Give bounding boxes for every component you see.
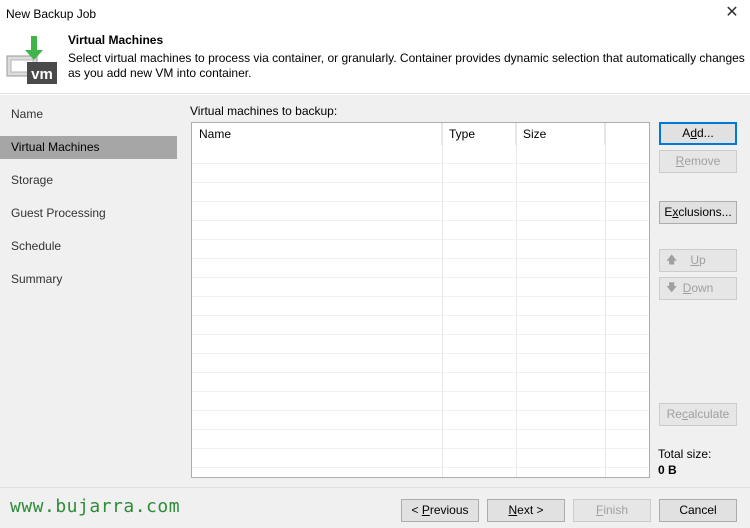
- vm-list-label: Virtual machines to backup:: [190, 104, 338, 118]
- finish-button[interactable]: Finish: [573, 499, 651, 522]
- vm-list[interactable]: Name Type Size: [191, 122, 650, 478]
- table-row-empty: [192, 335, 649, 354]
- previous-button[interactable]: < Previous: [401, 499, 479, 522]
- down-button[interactable]: 🡇 Down: [659, 277, 737, 300]
- column-header-type[interactable]: Type: [442, 123, 516, 145]
- vm-rows: [192, 145, 649, 468]
- window-title: New Backup Job: [6, 7, 97, 21]
- close-icon[interactable]: ✕: [722, 3, 742, 23]
- step-virtual-machines[interactable]: Virtual Machines: [0, 136, 177, 159]
- step-storage[interactable]: Storage: [0, 169, 177, 192]
- add-button[interactable]: Add...: [659, 122, 737, 145]
- wizard-steps: Name Virtual Machines Storage Guest Proc…: [0, 95, 178, 487]
- table-row-empty: [192, 278, 649, 297]
- recalculate-button[interactable]: Recalculate: [659, 403, 737, 426]
- up-button[interactable]: 🡅 Up: [659, 249, 737, 272]
- table-row-empty: [192, 145, 649, 164]
- total-size-value: 0 B: [658, 463, 677, 477]
- exclusions-button[interactable]: Exclusions...: [659, 201, 737, 224]
- page-title: Virtual Machines: [68, 33, 164, 47]
- table-row-empty: [192, 354, 649, 373]
- table-row-empty: [192, 183, 649, 202]
- table-row-empty: [192, 202, 649, 221]
- step-schedule[interactable]: Schedule: [0, 235, 177, 258]
- watermark-text: www.bujarra.com: [10, 496, 181, 517]
- column-header-name[interactable]: Name: [192, 123, 442, 145]
- main-panel: Virtual machines to backup: Name Type Si…: [178, 95, 750, 487]
- title-bar: New Backup Job ✕: [0, 0, 750, 26]
- page-description: Select virtual machines to process via c…: [68, 51, 745, 80]
- table-row-empty: [192, 316, 649, 335]
- step-name[interactable]: Name: [0, 103, 177, 126]
- total-size-label: Total size:: [658, 447, 712, 461]
- wizard-header: vm Virtual Machines Select virtual machi…: [0, 26, 750, 94]
- table-row-empty: [192, 411, 649, 430]
- table-row-empty: [192, 430, 649, 449]
- step-guest-processing[interactable]: Guest Processing: [0, 202, 177, 225]
- table-row-empty: [192, 449, 649, 468]
- remove-button[interactable]: Remove: [659, 150, 737, 173]
- table-row-empty: [192, 221, 649, 240]
- arrow-up-icon: 🡅: [666, 254, 678, 266]
- cancel-button[interactable]: Cancel: [659, 499, 737, 522]
- logo-text: vm: [31, 66, 53, 83]
- table-row-empty: [192, 164, 649, 183]
- wizard-footer: www.bujarra.com < Previous Next > Finish…: [0, 487, 750, 528]
- next-button[interactable]: Next >: [487, 499, 565, 522]
- arrow-down-icon: 🡇: [666, 282, 678, 294]
- table-row-empty: [192, 240, 649, 259]
- vm-download-icon: vm: [6, 36, 57, 84]
- column-header-size[interactable]: Size: [516, 123, 605, 145]
- table-row-empty: [192, 373, 649, 392]
- table-row-empty: [192, 259, 649, 278]
- table-row-empty: [192, 392, 649, 411]
- table-row-empty: [192, 297, 649, 316]
- step-summary[interactable]: Summary: [0, 268, 177, 291]
